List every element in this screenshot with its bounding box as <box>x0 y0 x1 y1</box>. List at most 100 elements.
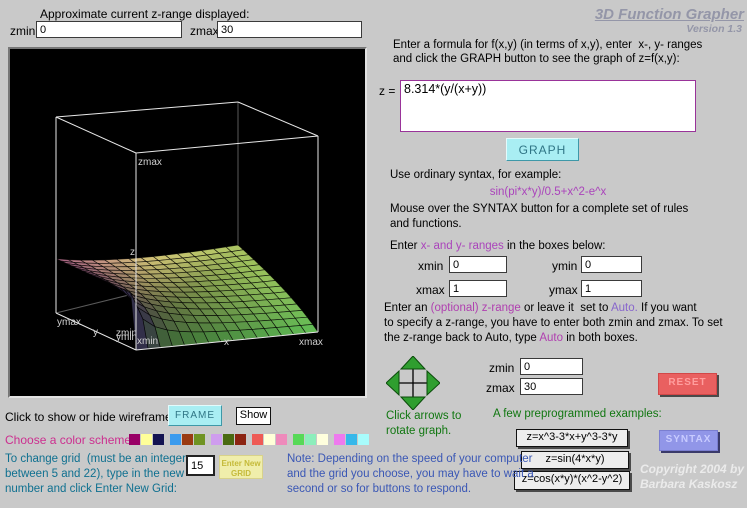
zrange-note-seg: If you want <box>638 302 697 314</box>
copyright-line2: Barbara Kaskosz <box>640 477 737 492</box>
zrange-note-seg: the z-range back to Auto, type <box>384 332 539 344</box>
xmax-label: xmax <box>416 283 445 297</box>
zrange-note-optional: (optional) z-range <box>431 302 521 314</box>
note-line2: and the grid you choose, you may have to… <box>287 467 534 482</box>
cube-edge <box>136 136 318 153</box>
frame-button[interactable]: FRAME <box>168 405 222 426</box>
grid-button-line1: Enter New <box>221 459 260 468</box>
copyright-line1: Copyright 2004 by <box>640 462 744 477</box>
axis-label-z: z <box>130 247 135 258</box>
ordinary-syntax-label: Use ordinary syntax, for example: <box>390 168 561 183</box>
color-swatch[interactable] <box>223 434 234 445</box>
cube-edge <box>238 102 318 136</box>
axis-label-zmax: zmax <box>138 157 162 168</box>
zrange-note-auto: Auto. <box>611 302 638 314</box>
zrange-note-line2: to specify a z-range, you have to enter … <box>384 316 723 331</box>
zrange-note-line3: the z-range back to Auto, type Auto in b… <box>384 331 638 346</box>
zmin-range-label: zmin <box>489 361 514 375</box>
zmax-range-label: zmax <box>486 381 515 395</box>
color-swatch-row <box>129 434 375 445</box>
plot-3d-surface: zmaxzymaxyzminyminxminxxmax <box>10 49 365 396</box>
color-swatch[interactable] <box>182 434 193 445</box>
ranges-intro-post: in the boxes below: <box>504 240 606 252</box>
grid-text-line2: between 5 and 22), type in the new <box>5 467 184 482</box>
plot-panel: zmaxzymaxyzminyminxminxxmax <box>8 47 367 398</box>
grid-size-input[interactable] <box>186 455 215 476</box>
app-title: 3D Function Grapher <box>500 6 744 23</box>
ymax-label: ymax <box>549 283 578 297</box>
formula-intro-line1: Enter a formula for f(x,y) (in terms of … <box>393 38 702 53</box>
wireframe-status-box: Show <box>236 407 271 425</box>
rotate-caption-line1: Click arrows to <box>386 409 461 424</box>
xmin-input[interactable] <box>449 256 507 273</box>
grid-button-line2: GRID <box>231 469 251 478</box>
color-swatch[interactable] <box>317 434 328 445</box>
zrange-note-auto2: Auto <box>539 332 563 344</box>
color-swatch[interactable] <box>129 434 140 445</box>
color-swatch[interactable] <box>194 434 205 445</box>
grid-text-line1: To change grid (must be an integer <box>5 452 186 467</box>
color-swatch[interactable] <box>141 434 152 445</box>
cube-edge <box>56 117 136 153</box>
color-swatch[interactable] <box>346 434 357 445</box>
axis-label-y: y <box>93 327 98 338</box>
zrange-note-seg: Enter an <box>384 302 431 314</box>
grid-text-line3: number and click Enter New Grid: <box>5 482 177 497</box>
zmin-display-label: zmin <box>10 24 35 38</box>
zrange-note-line1: Enter an (optional) z-range or leave it … <box>384 301 697 316</box>
note-line1: Note: Depending on the speed of your com… <box>287 452 533 467</box>
axis-label-ymin: ymin <box>116 332 137 343</box>
reset-button[interactable]: RESET <box>658 373 717 395</box>
color-scheme-label: Choose a color scheme: <box>5 433 134 447</box>
example-button-2[interactable]: z=sin(4*x*y) <box>521 451 629 469</box>
color-swatch[interactable] <box>252 434 263 445</box>
enter-new-grid-button[interactable]: Enter NewGRID <box>219 455 263 479</box>
ymax-input[interactable] <box>581 280 642 297</box>
syntax-button[interactable]: SYNTAX <box>659 430 718 451</box>
xmin-label: xmin <box>418 259 443 273</box>
zrange-display-label: Approximate current z-range displayed: <box>40 7 249 21</box>
mouse-over-line1: Mouse over the SYNTAX button for a compl… <box>390 202 688 217</box>
axis-label-xmin: xmin <box>137 336 158 347</box>
color-swatch[interactable] <box>305 434 316 445</box>
color-swatch[interactable] <box>235 434 246 445</box>
note-line3: second or so for buttons to respond. <box>287 482 471 497</box>
color-swatch[interactable] <box>264 434 275 445</box>
zmax-range-input[interactable] <box>520 378 583 395</box>
ranges-intro: Enter x- and y- ranges in the boxes belo… <box>390 239 605 254</box>
xmax-input[interactable] <box>449 280 507 297</box>
color-swatch[interactable] <box>211 434 222 445</box>
zrange-note-seg: in both boxes. <box>563 332 638 344</box>
formula-input[interactable]: 8.314*(y/(x+y)) <box>400 80 696 132</box>
zmax-display-label: zmax <box>190 24 219 38</box>
axis-label-ymax: ymax <box>57 317 81 328</box>
syntax-example: sin(pi*x*y)/0.5+x^2-e^x <box>400 185 696 200</box>
axis-label-xmax: xmax <box>299 337 323 348</box>
color-swatch[interactable] <box>276 434 287 445</box>
rotate-caption-line2: rotate graph. <box>386 424 451 439</box>
color-swatch[interactable] <box>153 434 164 445</box>
example-button-1[interactable]: z=x^3-3*x+y^3-3*y <box>516 429 628 447</box>
zmin-range-input[interactable] <box>520 358 583 375</box>
zmax-display-input[interactable] <box>217 21 362 38</box>
color-swatch[interactable] <box>358 434 369 445</box>
mouse-over-line2: and functions. <box>390 217 462 232</box>
zmin-display-input[interactable] <box>36 21 182 38</box>
cube-edge <box>56 102 238 117</box>
formula-intro-line2: and click the GRAPH button to see the gr… <box>393 52 680 67</box>
ymin-input[interactable] <box>581 256 642 273</box>
graph-button[interactable]: GRAPH <box>506 138 579 161</box>
axis-label-x: x <box>224 337 229 348</box>
app-version: Version 1.3 <box>500 23 742 35</box>
color-swatch[interactable] <box>293 434 304 445</box>
color-swatch[interactable] <box>334 434 345 445</box>
ymin-label: ymin <box>552 259 577 273</box>
rotate-right-arrow[interactable] <box>427 371 440 395</box>
color-swatch[interactable] <box>170 434 181 445</box>
rotate-arrow-pad <box>386 356 440 410</box>
ranges-intro-pre: Enter <box>390 240 421 252</box>
rotate-up-arrow[interactable] <box>401 356 425 369</box>
zrange-note-seg: or leave it set to <box>521 302 611 314</box>
examples-heading: A few preprogrammed examples: <box>493 407 662 422</box>
rotate-left-arrow[interactable] <box>386 371 399 395</box>
